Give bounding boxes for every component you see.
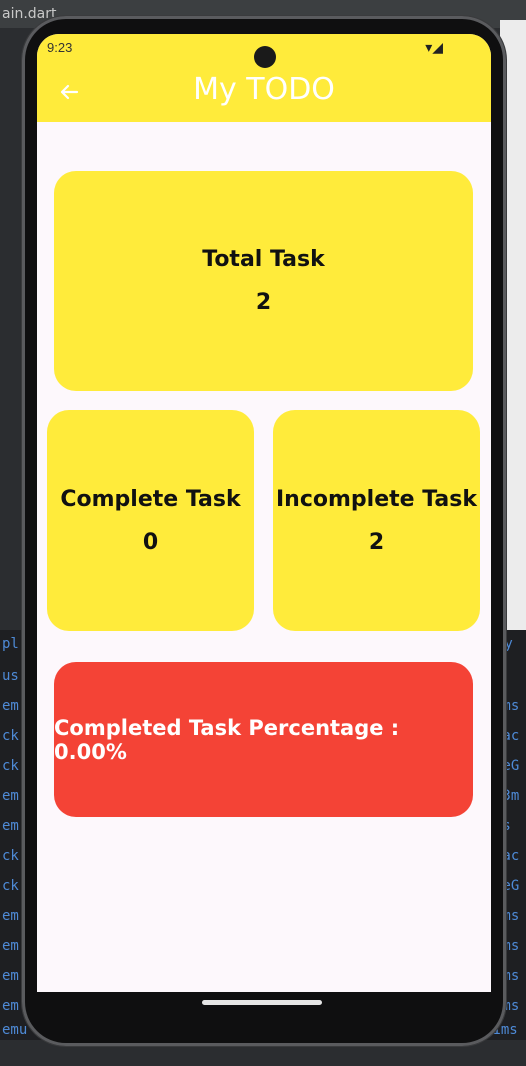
page-title: My TODO bbox=[193, 72, 335, 107]
complete-task-card: Complete Task 0 bbox=[47, 410, 254, 631]
console-line: em bbox=[2, 968, 19, 984]
status-time: 9:23 bbox=[47, 40, 73, 55]
total-task-label: Total Task bbox=[202, 247, 325, 272]
total-task-card: Total Task 2 bbox=[54, 171, 473, 391]
home-gesture-bar[interactable] bbox=[202, 1000, 322, 1005]
complete-task-value: 0 bbox=[142, 529, 159, 555]
signal-wifi-icon: ▾◢ bbox=[425, 39, 443, 55]
camera-cutout bbox=[254, 46, 276, 68]
console-line: ck bbox=[2, 728, 19, 744]
console-line: em bbox=[2, 908, 19, 924]
app-screen: 9:23 ▾◢ My TODO Total Task 2 Complete Ta… bbox=[37, 34, 491, 992]
console-line: ck bbox=[2, 758, 19, 774]
incomplete-task-label: Incomplete Task bbox=[276, 486, 477, 512]
console-line: pl bbox=[2, 636, 19, 652]
console-line: ck bbox=[2, 848, 19, 864]
console-line: us bbox=[2, 668, 19, 684]
console-line: em bbox=[2, 698, 19, 714]
incomplete-task-card: Incomplete Task 2 bbox=[273, 410, 480, 631]
console-line: ck bbox=[2, 878, 19, 894]
completed-percentage-label: Completed Task Percentage : 0.00% bbox=[54, 715, 400, 764]
console-line: emu bbox=[2, 1022, 28, 1038]
completed-percentage-card: Completed Task Percentage : 0.00% bbox=[54, 662, 473, 817]
incomplete-task-value: 2 bbox=[368, 529, 385, 555]
console-line: em bbox=[2, 938, 19, 954]
complete-task-label: Complete Task bbox=[60, 486, 241, 512]
console-line: em bbox=[2, 788, 19, 804]
app-bar: 9:23 ▾◢ My TODO bbox=[37, 34, 491, 122]
total-task-value: 2 bbox=[255, 290, 272, 315]
console-line: em bbox=[2, 998, 19, 1014]
console-line: em bbox=[2, 818, 19, 834]
